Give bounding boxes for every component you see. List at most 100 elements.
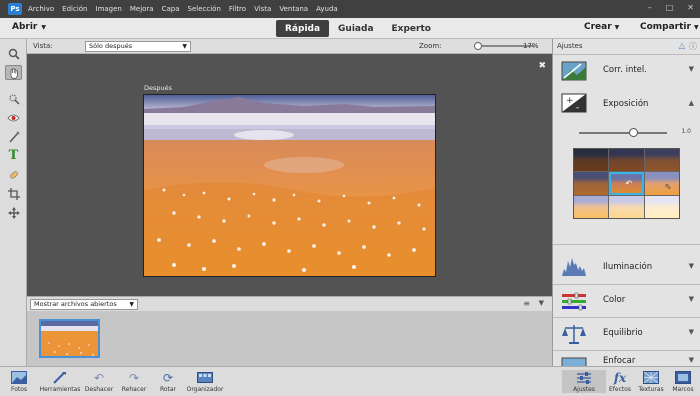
chevron-down-icon: ▼	[129, 301, 134, 308]
adjustment-label: Iluminación	[603, 262, 653, 272]
chevron-down-icon: ▼	[688, 65, 694, 73]
maximize-icon[interactable]: □	[666, 3, 674, 12]
adjustment-lighting[interactable]: Iluminación ▼	[553, 245, 700, 285]
exposure-preview-tile[interactable]	[609, 195, 644, 218]
adjustment-label: Equilibrio	[603, 328, 643, 338]
adjustments-icon	[574, 370, 594, 385]
collapse-chevron-icon[interactable]: ▼	[539, 299, 544, 307]
photos-button[interactable]: Fotos	[0, 370, 41, 393]
window-controls: – □ ✕	[648, 3, 694, 12]
exposure-slider[interactable]	[579, 132, 667, 134]
exposure-preview-tile[interactable]	[644, 195, 679, 218]
photo-thumbnail[interactable]	[39, 319, 100, 358]
zoom-slider-handle[interactable]	[474, 42, 482, 50]
color-icon	[561, 290, 587, 312]
close-window-icon[interactable]: ✕	[687, 3, 694, 12]
create-button[interactable]: Crear ▼	[584, 22, 619, 32]
menu-vista[interactable]: Vista	[254, 5, 271, 13]
cursor-icon: ⬁	[664, 182, 672, 192]
quick-selection-icon[interactable]	[5, 91, 22, 106]
frames-icon	[673, 370, 693, 385]
menu-filtro[interactable]: Filtro	[229, 5, 246, 13]
view-select-value: Sólo después	[89, 42, 133, 50]
undo-icon: ↶	[625, 179, 633, 189]
help-icon[interactable]: ⓘ	[689, 41, 697, 52]
menu-seleccion[interactable]: Selección	[188, 5, 221, 13]
svg-text:+: +	[566, 96, 574, 106]
photo-bin-select-value: Mostrar archivos abiertos	[34, 300, 117, 308]
exposure-slider-handle[interactable]	[629, 128, 638, 137]
undo-icon: ↶	[93, 370, 105, 385]
exposure-preview-tile[interactable]	[574, 195, 609, 218]
effects-icon: fx	[613, 370, 627, 385]
frames-button[interactable]: Marcos	[661, 370, 700, 393]
photos-label: Fotos	[10, 386, 28, 393]
view-label: Vista:	[33, 42, 53, 50]
lighting-icon	[561, 255, 587, 277]
create-label: Crear	[584, 22, 612, 32]
adjustment-label: Enfocar	[603, 356, 636, 366]
organizer-label: Organizador	[186, 386, 224, 393]
menu-archivo[interactable]: Archivo	[28, 5, 54, 13]
menu-capa[interactable]: Capa	[162, 5, 180, 13]
open-button[interactable]: Abrir ▼	[12, 22, 46, 32]
bottom-bar: Fotos Herramientas ↶ Deshacer ↷ Rehacer …	[0, 366, 700, 396]
tools-button[interactable]: Herramientas	[38, 370, 82, 393]
text-tool-icon[interactable]: T	[5, 148, 22, 163]
adjustment-color[interactable]: Color ▼	[553, 285, 700, 318]
photos-icon	[9, 370, 29, 385]
photo-bin	[27, 311, 552, 366]
hand-tool-icon[interactable]	[5, 65, 22, 80]
photo-bin-select[interactable]: Mostrar archivos abiertos ▼	[30, 299, 138, 310]
exposure-preview-tile[interactable]: ⬁	[644, 172, 679, 195]
chevron-down-icon: ▼	[688, 262, 694, 270]
menu-ayuda[interactable]: Ayuda	[316, 5, 338, 13]
exposure-preview-tile[interactable]	[609, 149, 644, 172]
exposure-preview-tile[interactable]	[574, 149, 609, 172]
adjustment-balance[interactable]: Equilibrio ▼	[553, 318, 700, 351]
chevron-up-icon[interactable]: ▲	[689, 99, 694, 107]
minimize-icon[interactable]: –	[648, 3, 652, 12]
red-eye-icon[interactable]	[5, 110, 22, 125]
undo-label: Deshacer	[84, 386, 114, 393]
textures-icon	[641, 370, 661, 385]
close-icon[interactable]: ✖	[538, 61, 546, 71]
tab-experto[interactable]: Experto	[383, 20, 440, 37]
adjustment-smart-fix[interactable]: Corr. intel. ▼	[553, 55, 700, 88]
organizer-button[interactable]: Organizador	[183, 370, 227, 393]
tab-guiada[interactable]: Guiada	[329, 20, 382, 37]
crop-tool-icon[interactable]	[5, 186, 22, 201]
reset-icon[interactable]: △	[679, 41, 685, 50]
move-tool-icon[interactable]	[5, 205, 22, 220]
exposure-icon: + -	[561, 92, 587, 114]
zoom-tool-icon[interactable]	[5, 46, 22, 61]
spot-healing-icon[interactable]	[5, 167, 22, 182]
exposure-preview-tile[interactable]	[644, 149, 679, 172]
frames-label: Marcos	[672, 386, 694, 393]
menu-bar: Ps Archivo Edición Imagen Mejora Capa Se…	[0, 0, 700, 18]
view-select[interactable]: Sólo después ▼	[85, 41, 191, 52]
rotate-label: Rotar	[159, 386, 177, 393]
menu-ventana[interactable]: Ventana	[279, 5, 308, 13]
menu-mejora[interactable]: Mejora	[130, 5, 154, 13]
adjustments-label: Ajustes	[573, 386, 595, 393]
exposure-preview-tile-selected[interactable]: ↶	[609, 172, 644, 195]
photo-bin-bar: Mostrar archivos abiertos ▼ ≡ ▼	[27, 296, 552, 311]
zoom-value: 17%	[523, 42, 539, 50]
tools-icon	[50, 370, 70, 385]
exposure-value: 1.0	[681, 128, 691, 135]
menu-imagen[interactable]: Imagen	[96, 5, 122, 13]
share-button[interactable]: Compartir ▼	[640, 22, 699, 32]
mode-tabs: Rápida Guiada Experto	[276, 20, 440, 37]
exposure-preview-tile[interactable]	[574, 172, 609, 195]
adjustment-label: Corr. intel.	[603, 65, 647, 75]
app-logo: Ps	[8, 3, 22, 15]
menu-edicion[interactable]: Edición	[62, 5, 87, 13]
main-photo[interactable]	[143, 94, 436, 277]
whiten-teeth-icon[interactable]	[5, 129, 22, 144]
tab-rapida[interactable]: Rápida	[276, 20, 330, 37]
adjustments-panel: Ajustes △ ⓘ Corr. intel. ▼ + - Exposición…	[552, 39, 700, 371]
adjustment-sharpen[interactable]: Enfocar ▼	[553, 351, 700, 371]
chevron-down-icon: ▼	[41, 24, 46, 31]
bin-options-icon[interactable]: ≡	[523, 299, 530, 308]
